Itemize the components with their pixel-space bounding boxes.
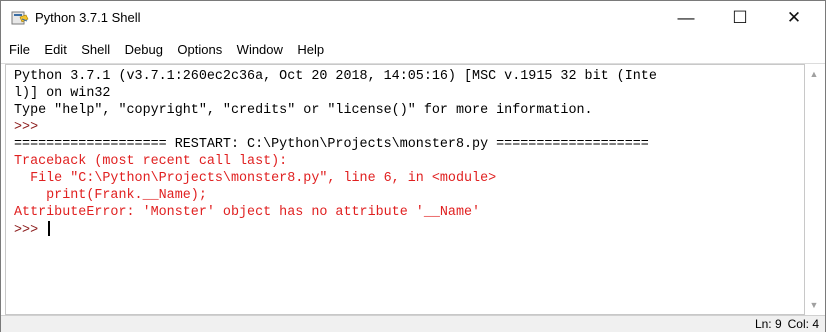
menu-debug[interactable]: Debug — [120, 37, 168, 63]
minimize-icon: — — [677, 8, 695, 27]
menu-help[interactable]: Help — [292, 37, 329, 63]
menu-edit[interactable]: Edit — [39, 37, 71, 63]
menu-bar: File Edit Shell Debug Options Window Hel… — [1, 37, 825, 64]
minimize-button[interactable]: — — [663, 1, 709, 35]
python-idle-icon — [11, 11, 29, 25]
shell-prompt-line: >>> — [14, 221, 804, 239]
chevron-down-icon[interactable]: ▼ — [805, 297, 823, 313]
menu-options[interactable]: Options — [172, 37, 227, 63]
shell-line: Type "help", "copyright", "credits" or "… — [14, 103, 593, 118]
text-cursor — [48, 221, 51, 236]
menu-file[interactable]: File — [1, 37, 35, 63]
status-bar: Ln: 9 Col: 4 — [1, 315, 825, 332]
close-button[interactable]: ✕ — [771, 1, 817, 35]
title-bar[interactable]: Python 3.7.1 Shell — ☐ ✕ — [1, 1, 825, 35]
shell-output[interactable]: Python 3.7.1 (v3.7.1:260ec2c36a, Oct 20 … — [6, 65, 804, 239]
menu-shell[interactable]: Shell — [76, 37, 115, 63]
shell-line: Python 3.7.1 (v3.7.1:260ec2c36a, Oct 20 … — [14, 69, 657, 84]
vertical-scrollbar[interactable]: ▲ ▼ — [805, 64, 823, 315]
chevron-up-icon[interactable]: ▲ — [805, 66, 823, 82]
shell-line: AttributeError: 'Monster' object has no … — [14, 205, 481, 220]
maximize-icon: ☐ — [732, 8, 748, 27]
shell-text-area[interactable]: Python 3.7.1 (v3.7.1:260ec2c36a, Oct 20 … — [5, 64, 805, 315]
shell-line: l)] on win32 — [14, 86, 111, 101]
maximize-button[interactable]: ☐ — [717, 1, 763, 35]
shell-line: File "C:\Python\Projects\monster8.py", l… — [14, 171, 497, 186]
idle-shell-window: Python 3.7.1 Shell — ☐ ✕ File Edit Shell… — [0, 0, 826, 332]
close-icon: ✕ — [786, 8, 802, 27]
menu-window[interactable]: Window — [232, 37, 288, 63]
shell-line: =================== RESTART: C:\Python\P… — [14, 137, 649, 152]
line-number: Ln: 9 — [754, 317, 782, 331]
shell-prompt-line: >>> — [14, 120, 47, 135]
shell-line: print(Frank.__Name); — [14, 188, 207, 203]
column-number: Col: 4 — [787, 317, 819, 331]
window-title: Python 3.7.1 Shell — [35, 10, 141, 25]
cursor-position: Ln: 9 Col: 4 — [749, 317, 819, 331]
shell-line: Traceback (most recent call last): — [14, 154, 288, 169]
